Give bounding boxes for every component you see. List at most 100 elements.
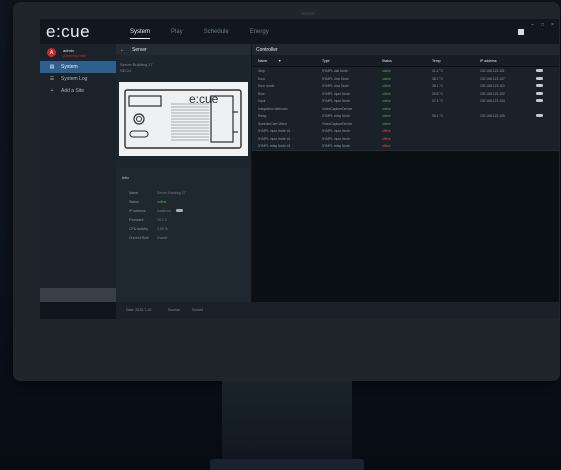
cell-temp: 41.2 °C (432, 69, 444, 73)
cell-ip: 192.168.123.104 (480, 99, 505, 103)
cell-status: offline (382, 136, 391, 141)
sidebar-item-label: System Log (61, 76, 88, 82)
server-icon: ▤ (49, 64, 55, 70)
server-name-block: Server Building 17 SECU (120, 62, 153, 74)
info-title: Info (122, 175, 129, 180)
cell-ip: 192.168.123.102 (480, 91, 505, 96)
avatar: A (47, 48, 56, 57)
cell-name: Stop (258, 69, 265, 73)
info-value: Master (157, 236, 168, 240)
cell-type: VideoCaptureDevice (322, 121, 353, 126)
identify-toggle-icon[interactable] (536, 99, 543, 102)
ip-toggle[interactable] (175, 209, 183, 212)
cell-temp: 38.1 °C (432, 84, 444, 88)
info-key: CPU activity (129, 227, 149, 231)
monitor-base (210, 459, 364, 470)
cell-temp: 35.8 °C (432, 91, 444, 96)
user-profile[interactable]: A admin Administrator (40, 44, 116, 61)
cell-temp: 36.1 °C (432, 114, 444, 118)
sidebar-item-system-log[interactable]: ☰ System Log (40, 73, 116, 85)
info-value: localhost (157, 209, 171, 213)
cell-name: Input (258, 99, 266, 103)
col-status[interactable]: Status (382, 59, 392, 63)
plus-icon: + (50, 88, 54, 94)
device-logo: e:cue (189, 92, 219, 106)
sort-icon[interactable]: ▼ (278, 59, 281, 63)
cell-type: SYMPL dali Node (322, 69, 348, 73)
info-row-name: Name Server Building 17 (129, 191, 186, 195)
identify-toggle-icon[interactable] (536, 76, 543, 80)
cell-status: online (382, 69, 391, 73)
cell-type: SYMPL relay Node (322, 114, 350, 118)
controller-panel: Controller Name ▼ Type Status Temp IP ad… (252, 44, 559, 302)
tab-energy[interactable]: Energy (250, 29, 269, 39)
col-name[interactable]: Name (258, 59, 267, 63)
cell-status: online (382, 84, 391, 88)
cell-status: online (382, 99, 391, 103)
tab-system[interactable]: System (130, 29, 151, 39)
user-name-block: admin Administrator (63, 48, 87, 58)
info-row-ip: IP address localhost (129, 209, 183, 213)
list-icon: ☰ (49, 76, 55, 82)
table-header: Name ▼ Type Status Temp IP address (252, 55, 559, 66)
cell-status: online (382, 91, 391, 96)
sidebar-item-add-site[interactable]: + Add a Site (40, 85, 116, 97)
back-icon[interactable]: ← (120, 47, 125, 53)
tab-play[interactable]: Play (171, 29, 183, 39)
identify-toggle-icon[interactable] (536, 69, 543, 72)
table-row[interactable]: SYMPL relay Node #1 SYMPL relay Node offli… (252, 142, 559, 151)
minimize-icon[interactable]: – (531, 22, 534, 28)
info-value: 16.1.0 (157, 218, 167, 222)
server-title: Server (132, 46, 147, 53)
cell-ip: 192.168.123.107 (480, 76, 505, 81)
info-key: Current Role (129, 236, 149, 240)
maximize-icon[interactable]: □ (541, 22, 544, 28)
status-bar: Date: 2024-7-10 Sunrise Sunset (116, 302, 559, 319)
cell-type: SYMPL relay Node (322, 144, 350, 148)
info-panel: Info Name Server Building 17 Status onli… (116, 167, 251, 302)
main-nav: System Play Schedule Energy (130, 29, 269, 39)
server-device-image: e:cue (119, 82, 248, 156)
cell-temp: 38.2 °C (432, 76, 444, 81)
server-panel: ← Server Server Building 17 SECU e:cue I… (116, 44, 251, 302)
monitor-bezel: e:cue System Play Schedule Energy – □ × … (13, 2, 560, 381)
info-row-cpu: CPU activity 3.55 % (129, 227, 168, 231)
cell-status: online (382, 121, 391, 126)
cell-status: online (382, 106, 391, 111)
info-value: online (157, 200, 167, 204)
cell-name: Relay (258, 114, 267, 118)
cell-name: SYMPL input Node #1 (258, 136, 291, 141)
col-temp[interactable]: Temp (432, 59, 441, 63)
cell-type: SYMPL input Node (322, 91, 350, 96)
cell-type: SYMPL dmx Node (322, 84, 349, 88)
info-key: IP address (129, 209, 146, 213)
info-value: Server Building 17 (157, 191, 186, 195)
grid-icon[interactable] (518, 29, 524, 35)
cell-type: VideoCaptureDevice (322, 106, 353, 111)
cell-name: Blue (258, 91, 265, 96)
identify-toggle-icon[interactable] (536, 84, 543, 87)
identify-toggle-icon[interactable] (536, 114, 543, 117)
cell-ip: 192.168.123.101 (480, 69, 505, 73)
col-type[interactable]: Type (322, 59, 330, 63)
sidebar-item-label: System (61, 64, 78, 70)
identify-toggle-icon[interactable] (536, 91, 543, 95)
cell-type: SYMPL input Node (322, 99, 350, 103)
cell-name: Door (258, 76, 266, 81)
app-logo: e:cue (46, 22, 91, 41)
tab-schedule[interactable]: Schedule (204, 29, 229, 39)
info-row-firmware: Firmware 16.1.0 (129, 218, 167, 222)
info-key: Name (129, 191, 139, 195)
sidebar-item-system[interactable]: ▤ System (40, 61, 116, 73)
top-bar: e:cue System Play Schedule Energy – □ × (40, 19, 559, 45)
close-icon[interactable]: × (551, 22, 554, 28)
info-row-role: Current Role Master (129, 236, 168, 240)
cell-status: online (382, 114, 391, 118)
cell-status: offline (382, 144, 391, 148)
status-date: Date: 2024-7-10 (126, 308, 152, 312)
cell-name: SpeedorCam Video (258, 121, 287, 126)
cell-name: Integration Webcam (258, 106, 288, 111)
info-value: 3.55 % (157, 227, 168, 231)
info-key: Firmware (129, 218, 144, 222)
col-ip[interactable]: IP address (480, 59, 497, 63)
